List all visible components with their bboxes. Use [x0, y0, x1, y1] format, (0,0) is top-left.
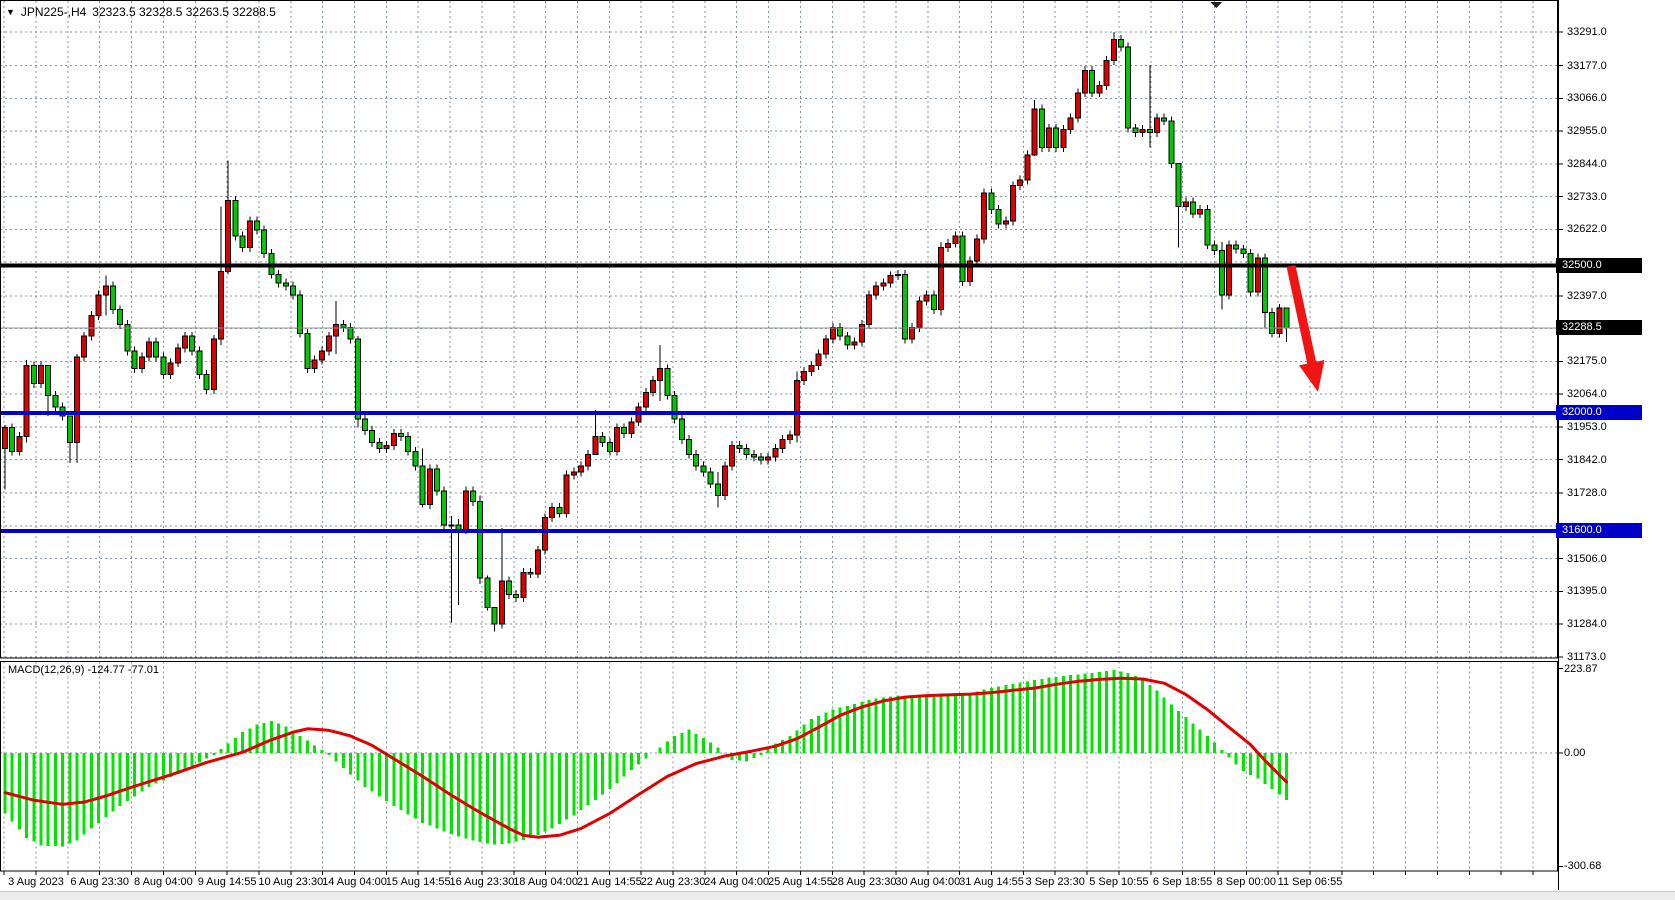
price-axis-label: 31395.0	[1567, 584, 1607, 598]
time-axis-label: 30 Aug 04:00	[895, 875, 960, 889]
price-axis-label: 31284.0	[1567, 617, 1607, 631]
time-axis-label: 15 Aug 14:55	[386, 875, 451, 889]
time-axis-label: 11 Sep 06:55	[1278, 875, 1343, 889]
price-axis-label: 32064.0	[1567, 387, 1607, 401]
time-axis-label: 3 Aug 2023	[8, 875, 64, 889]
ohlc-values: 32323.5 32328.5 32263.5 32288.5	[92, 5, 276, 19]
symbol-period-label: JPN225-,H4	[21, 5, 86, 19]
price-axis-label: 31953.0	[1567, 420, 1607, 434]
macd-histogram	[5, 670, 1287, 847]
time-axis-label: 16 Aug 23:30	[449, 875, 514, 889]
time-axis-label: 14 Aug 04:00	[322, 875, 387, 889]
macd-axis-label: 223.87	[1564, 662, 1598, 676]
price-axis-label: 32622.0	[1567, 222, 1607, 236]
price-tag-32288.5: 32288.5	[1556, 320, 1642, 335]
time-axis-label: 5 Sep 10:55	[1089, 875, 1148, 889]
grid	[0, 1, 1558, 871]
price-axis-label: 32955.0	[1567, 124, 1607, 138]
macd-axis-label: 0.00	[1564, 746, 1585, 760]
trend-arrow-head[interactable]	[1299, 360, 1324, 392]
chart-title: ▼ JPN225-,H4 32323.5 32328.5 32263.5 322…	[6, 5, 276, 19]
chart-shift-marker[interactable]	[1210, 2, 1222, 8]
macd-indicator-label: MACD(12,26,9) -124.77 -77.01	[8, 664, 159, 676]
price-axis-label: 33177.0	[1567, 59, 1607, 73]
symbol-dropdown-icon[interactable]: ▼	[6, 7, 15, 17]
trading-chart-window: ▼ JPN225-,H4 32323.5 32328.5 32263.5 322…	[0, 0, 1675, 900]
price-axis-label: 33066.0	[1567, 91, 1607, 105]
time-axis-label: 9 Aug 14:55	[198, 875, 257, 889]
macd-axis-label: -300.68	[1564, 859, 1601, 873]
price-tag-32000.0: 32000.0	[1556, 405, 1642, 420]
price-tag-31600.0: 31600.0	[1556, 523, 1642, 538]
time-axis-label: 22 Aug 23:30	[641, 875, 706, 889]
time-axis-label: 3 Sep 23:30	[1026, 875, 1085, 889]
time-axis-label: 6 Sep 18:55	[1153, 875, 1212, 889]
bottom-strip	[0, 891, 1675, 900]
price-axis-label: 32397.0	[1567, 289, 1607, 303]
price-axis-label: 32175.0	[1567, 354, 1607, 368]
price-axis-label: 31506.0	[1567, 552, 1607, 566]
time-axis-label: 8 Aug 04:00	[134, 875, 193, 889]
time-axis-label: 25 Aug 14:55	[768, 875, 833, 889]
time-axis-label: 6 Aug 23:30	[70, 875, 129, 889]
price-axis-label: 32733.0	[1567, 190, 1607, 204]
time-axis-label: 21 Aug 14:55	[577, 875, 642, 889]
price-axis-label: 32844.0	[1567, 157, 1607, 171]
time-axis-label: 10 Aug 23:30	[258, 875, 323, 889]
chart-canvas[interactable]	[0, 0, 1675, 900]
price-axis-label: 31728.0	[1567, 486, 1607, 500]
time-axis-label: 24 Aug 04:00	[704, 875, 769, 889]
price-axis-label: 31842.0	[1567, 453, 1607, 467]
time-axis-label: 8 Sep 00:00	[1217, 875, 1276, 889]
time-axis-label: 28 Aug 23:30	[832, 875, 897, 889]
time-axis-label: 18 Aug 04:00	[513, 875, 578, 889]
price-axis-label: 33291.0	[1567, 25, 1607, 39]
price-tag-32500.0: 32500.0	[1556, 258, 1642, 273]
time-axis-label: 31 Aug 14:55	[959, 875, 1024, 889]
